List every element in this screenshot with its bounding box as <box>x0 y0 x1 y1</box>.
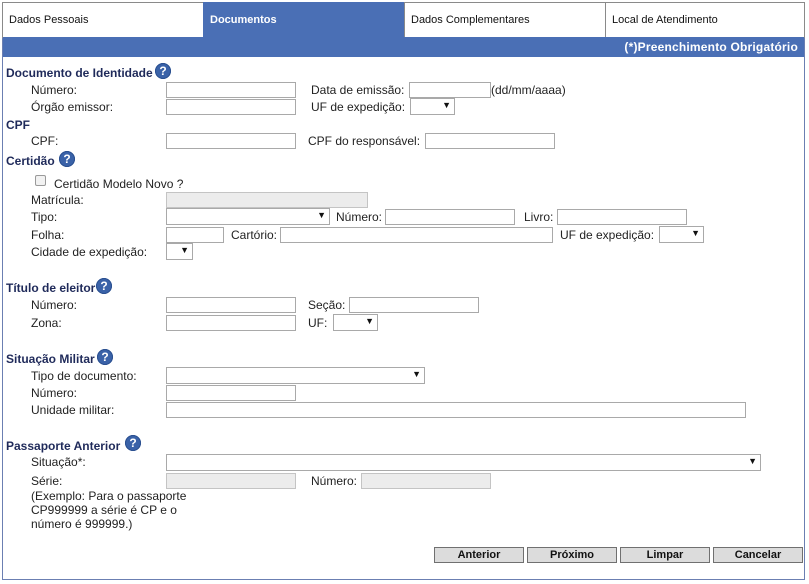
orgao-emissor-label: Órgão emissor: <box>31 100 114 114</box>
help-icon[interactable]: ? <box>59 151 75 167</box>
cartorio-label: Cartório: <box>231 228 278 242</box>
limpar-button[interactable]: Limpar <box>620 547 710 563</box>
orgao-emissor-input[interactable] <box>166 99 296 115</box>
chevron-down-icon: ▼ <box>365 316 374 326</box>
cancelar-button[interactable]: Cancelar <box>713 547 803 563</box>
section-title-situacao-militar: Situação Militar <box>6 352 95 366</box>
folha-input[interactable] <box>166 227 224 243</box>
serie-label: Série: <box>31 474 63 488</box>
secao-input[interactable] <box>349 297 479 313</box>
matricula-input[interactable] <box>166 192 368 208</box>
certidao-numero-input[interactable] <box>385 209 515 225</box>
chevron-down-icon: ▼ <box>180 245 189 255</box>
tab-bar: Dados Pessoais Documentos Dados Compleme… <box>2 2 805 38</box>
livro-label: Livro: <box>524 210 554 224</box>
unidade-militar-label: Unidade militar: <box>31 403 115 417</box>
chevron-down-icon: ▼ <box>442 100 451 110</box>
section-title-identidade: Documento de Identidade <box>6 66 153 80</box>
titulo-uf-select[interactable]: ▼ <box>333 314 378 331</box>
certidao-numero-label: Número: <box>336 210 383 224</box>
identidade-uf-label: UF de expedição: <box>311 100 406 114</box>
titulo-uf-label: UF: <box>308 316 328 330</box>
certidao-modelo-novo-label: Certidão Modelo Novo ? <box>54 177 184 191</box>
help-icon[interactable]: ? <box>96 278 112 294</box>
identidade-numero-input[interactable] <box>166 82 296 98</box>
folha-label: Folha: <box>31 228 65 242</box>
zona-input[interactable] <box>166 315 296 331</box>
required-notice: (*)Preenchimento Obrigatório <box>624 40 798 54</box>
chevron-down-icon: ▼ <box>317 210 326 220</box>
titulo-numero-input[interactable] <box>166 297 296 313</box>
date-format-hint: (dd/mm/aaaa) <box>491 83 566 97</box>
secao-label: Seção: <box>308 298 346 312</box>
certidao-modelo-novo-checkbox[interactable] <box>35 175 46 186</box>
help-icon[interactable]: ? <box>155 63 171 79</box>
passaporte-numero-label: Número: <box>311 474 358 488</box>
passaporte-numero-input[interactable] <box>361 473 491 489</box>
proximo-button[interactable]: Próximo <box>527 547 617 563</box>
anterior-button[interactable]: Anterior <box>434 547 524 563</box>
zona-label: Zona: <box>31 316 62 330</box>
cpf-responsavel-label: CPF do responsável: <box>308 134 421 148</box>
tab-dados-complementares[interactable]: Dados Complementares <box>404 2 606 38</box>
cpf-label: CPF: <box>31 134 59 148</box>
passaporte-example-text: (Exemplo: Para o passaporte CP999999 a s… <box>31 489 187 531</box>
chevron-down-icon: ▼ <box>691 228 700 238</box>
chevron-down-icon: ▼ <box>748 456 757 466</box>
cidade-expedicao-select[interactable]: ▼ <box>166 243 193 260</box>
militar-numero-input[interactable] <box>166 385 296 401</box>
serie-input[interactable] <box>166 473 296 489</box>
certidao-uf-select[interactable]: ▼ <box>659 226 704 243</box>
help-icon[interactable]: ? <box>97 349 113 365</box>
titulo-numero-label: Número: <box>31 298 78 312</box>
situacao-label: Situação*: <box>31 455 86 469</box>
cpf-input[interactable] <box>166 133 296 149</box>
section-title-cpf: CPF <box>6 118 30 132</box>
header-bar: (*)Preenchimento Obrigatório <box>3 37 804 57</box>
situacao-select[interactable]: ▼ <box>166 454 761 471</box>
data-emissao-label: Data de emissão: <box>311 83 405 97</box>
cpf-responsavel-input[interactable] <box>425 133 555 149</box>
cartorio-input[interactable] <box>280 227 553 243</box>
certidao-tipo-label: Tipo: <box>31 210 58 224</box>
certidao-uf-label: UF de expedição: <box>560 228 655 242</box>
tipo-documento-select[interactable]: ▼ <box>166 367 425 384</box>
identidade-numero-label: Número: <box>31 83 78 97</box>
help-icon[interactable]: ? <box>125 435 141 451</box>
tipo-documento-label: Tipo de documento: <box>31 369 137 383</box>
tab-local-atendimento[interactable]: Local de Atendimento <box>605 2 805 38</box>
data-emissao-input[interactable] <box>409 82 491 98</box>
tab-documentos[interactable]: Documentos <box>203 2 405 38</box>
unidade-militar-input[interactable] <box>166 402 746 418</box>
identidade-uf-select[interactable]: ▼ <box>410 98 455 115</box>
tab-dados-pessoais[interactable]: Dados Pessoais <box>2 2 204 38</box>
militar-numero-label: Número: <box>31 386 78 400</box>
cidade-expedicao-label: Cidade de expedição: <box>31 245 148 259</box>
section-title-titulo-eleitor: Título de eleitor <box>6 281 96 295</box>
section-title-passaporte: Passaporte Anterior <box>6 439 121 453</box>
livro-input[interactable] <box>557 209 687 225</box>
section-title-certidao: Certidão <box>6 154 55 168</box>
certidao-tipo-select[interactable]: ▼ <box>166 208 330 225</box>
chevron-down-icon: ▼ <box>412 369 421 379</box>
matricula-label: Matrícula: <box>31 193 84 207</box>
